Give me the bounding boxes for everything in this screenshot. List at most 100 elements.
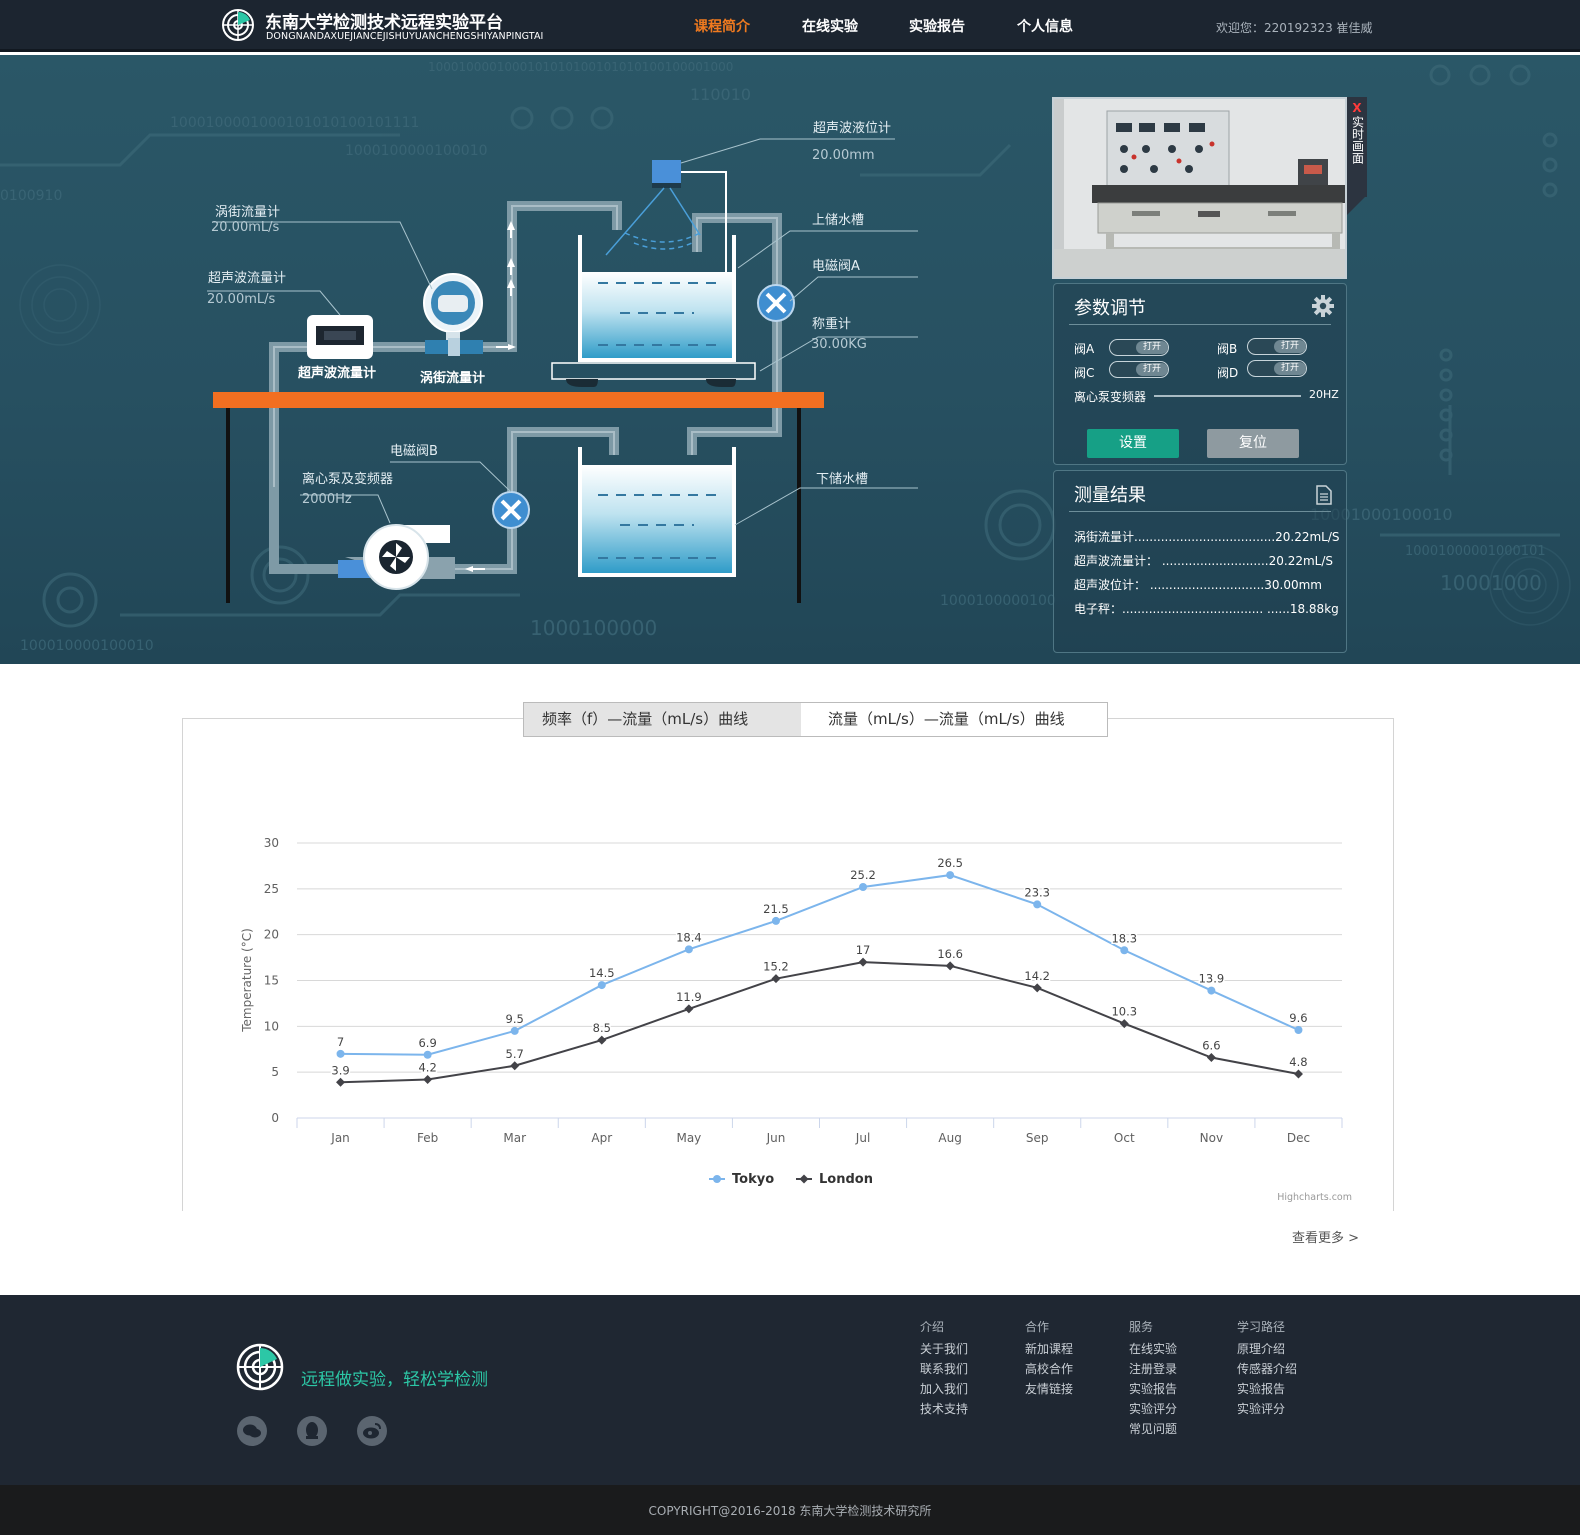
chart-point-tokyo [510, 1026, 519, 1035]
valve-c-toggle[interactable]: 打开 [1109, 361, 1169, 378]
chart-data-label: 3.9 [331, 1063, 349, 1077]
chart-point-tokyo [684, 945, 693, 954]
footer-link-sensors[interactable]: 传感器介绍 [1237, 1360, 1297, 1377]
ultrasonic-flow-value: 20.00mL/s [207, 292, 276, 307]
chart-legend-marker [713, 1175, 721, 1183]
param-panel-title: 参数调节 [1074, 298, 1146, 319]
chart-point-tokyo [1033, 900, 1042, 909]
chart-point-london [423, 1075, 433, 1084]
chart-data-label: 5.7 [506, 1047, 524, 1061]
chart-x-tick-label: Jun [766, 1131, 786, 1145]
footer-link-learning-report[interactable]: 实验报告 [1237, 1380, 1285, 1397]
chart-y-tick-label: 5 [271, 1065, 279, 1079]
pump-frequency-slider[interactable] [1154, 395, 1301, 397]
footer-col-coop-title: 合作 [1025, 1320, 1050, 1334]
close-icon[interactable]: X [1347, 101, 1367, 116]
live-view-tab[interactable]: X 实时画面 [1347, 97, 1367, 197]
valve-c-switch-label: 阀C [1074, 366, 1095, 380]
document-icon[interactable] [1316, 485, 1332, 505]
chart-y-tick-label: 10 [264, 1019, 279, 1033]
valve-a-toggle[interactable]: 打开 [1109, 339, 1169, 356]
chart-x-tick-label: Dec [1287, 1131, 1310, 1145]
footer-link-report[interactable]: 实验报告 [1129, 1380, 1177, 1397]
valve-a-switch-label: 阀A [1074, 342, 1095, 356]
valve-d-toggle[interactable]: 打开 [1247, 360, 1307, 377]
chart-data-label: 6.9 [418, 1036, 436, 1050]
chart-point-london [510, 1061, 520, 1071]
chart-data-label: 8.5 [593, 1021, 611, 1035]
footer-link-friend-links[interactable]: 友情链接 [1025, 1380, 1073, 1397]
top-navbar: 东南大学检测技术远程实验平台 DONGNANDAXUEJIANCEJISHUYU… [0, 0, 1580, 52]
valve-b-icon [492, 491, 530, 529]
site-title-pinyin: DONGNANDAXUEJIANCEJISHUYUANCHENGSHIYANPI… [266, 31, 544, 42]
chart-tabs: 频率（f）—流量（mL/s）曲线 流量（mL/s）—流量（mL/s）曲线 [523, 702, 1108, 737]
weibo-icon[interactable] [357, 1416, 387, 1446]
footer-link-register-login[interactable]: 注册登录 [1129, 1360, 1177, 1377]
footer-col-learning-title: 学习路径 [1237, 1320, 1286, 1334]
chart-credits[interactable]: Highcharts.com [1277, 1192, 1352, 1203]
valve-a-icon [757, 284, 795, 322]
footer-slogan: 远程做实验，轻松学检测 [301, 1370, 488, 1390]
scale-label: 称重计 [812, 317, 852, 332]
chart-data-label: 10.3 [1111, 1005, 1137, 1019]
nav-personal-info[interactable]: 个人信息 [1017, 16, 1073, 36]
footer-link-university-coop[interactable]: 高校合作 [1025, 1360, 1073, 1377]
ultrasonic-level-label: 超声波液位计 [813, 121, 892, 136]
view-more-link[interactable]: 查看更多 > [1292, 1227, 1359, 1246]
gear-icon[interactable] [1312, 295, 1334, 317]
footer-link-about-us[interactable]: 关于我们 [920, 1340, 968, 1357]
wechat-icon[interactable] [237, 1416, 267, 1446]
footer-link-learning-grading[interactable]: 实验评分 [1237, 1400, 1285, 1417]
chart-data-label: 18.4 [676, 930, 702, 944]
copyright-text: COPYRIGHT@2016-2018 东南大学检测技术研究所 [648, 1504, 932, 1518]
footer-link-faq[interactable]: 常见问题 [1129, 1420, 1177, 1437]
chart-data-label: 25.2 [850, 868, 876, 882]
chart-x-tick-label: Apr [591, 1131, 612, 1145]
upper-tank-label: 上储水槽 [812, 213, 865, 228]
reset-button[interactable]: 复位 [1207, 429, 1299, 458]
result-panel: 测量结果 涡街流量计..............................… [1053, 470, 1347, 653]
site-title[interactable]: 东南大学检测技术远程实验平台 [265, 8, 503, 33]
result-ultrasonic-level: 超声波位计： ..............................30.… [1074, 578, 1322, 592]
ultrasonic-flow-device-label: 超声波流量计 [298, 366, 377, 381]
chart-point-london [597, 1035, 607, 1045]
chart-legend-marker [799, 1174, 809, 1184]
nav-course-intro[interactable]: 课程简介 [694, 16, 750, 36]
nav-experiment-report[interactable]: 实验报告 [909, 16, 965, 36]
logo-radar-icon[interactable] [222, 9, 254, 41]
chart-point-london [684, 1004, 694, 1014]
footer-link-join-us[interactable]: 加入我们 [920, 1380, 968, 1397]
footer-link-new-course[interactable]: 新加课程 [1025, 1340, 1073, 1357]
tab-flow-flow-curve[interactable]: 流量（mL/s）—流量（mL/s）曲线 [801, 703, 1107, 736]
footer-col-about-title: 介绍 [920, 1320, 945, 1334]
chart-data-label: 9.5 [506, 1012, 524, 1026]
live-camera-view[interactable] [1052, 97, 1347, 279]
lower-tank-label: 下储水槽 [816, 472, 869, 487]
chart-data-label: 18.3 [1111, 931, 1137, 945]
set-button[interactable]: 设置 [1087, 429, 1179, 458]
nav-online-experiment[interactable]: 在线实验 [802, 16, 858, 36]
chart-point-tokyo [771, 916, 780, 925]
chart-legend-label-london: London [819, 1172, 873, 1187]
chart-data-label: 26.5 [937, 856, 963, 870]
experiment-hero: 1000100001000101010100101111 10001000001… [0, 55, 1580, 664]
chart-y-tick-label: 15 [264, 974, 279, 988]
footer-link-online-experiment[interactable]: 在线实验 [1129, 1340, 1177, 1357]
chart-data-label: 11.9 [676, 990, 702, 1004]
pump-value: 2000Hz [302, 492, 352, 507]
live-view-label: 实时画面 [1350, 116, 1365, 164]
footer-link-tech-support[interactable]: 技术支持 [920, 1400, 968, 1417]
qq-icon[interactable] [297, 1416, 327, 1446]
footer-link-contact-us[interactable]: 联系我们 [920, 1360, 968, 1377]
chart-point-tokyo [859, 883, 868, 891]
footer-logo-icon [236, 1343, 284, 1391]
chart-point-tokyo [1207, 986, 1216, 995]
valve-b-toggle[interactable]: 打开 [1247, 338, 1307, 355]
chart-data-label: 9.6 [1289, 1011, 1307, 1025]
pump-frequency-value: 20HZ [1309, 388, 1339, 401]
footer-link-principles[interactable]: 原理介绍 [1237, 1340, 1285, 1357]
footer-link-grading[interactable]: 实验评分 [1129, 1400, 1177, 1417]
chart-x-tick-label: Aug [938, 1131, 961, 1145]
chart-series-line-tokyo [340, 874, 1299, 1056]
tab-frequency-flow-curve[interactable]: 频率（f）—流量（mL/s）曲线 [524, 703, 801, 736]
